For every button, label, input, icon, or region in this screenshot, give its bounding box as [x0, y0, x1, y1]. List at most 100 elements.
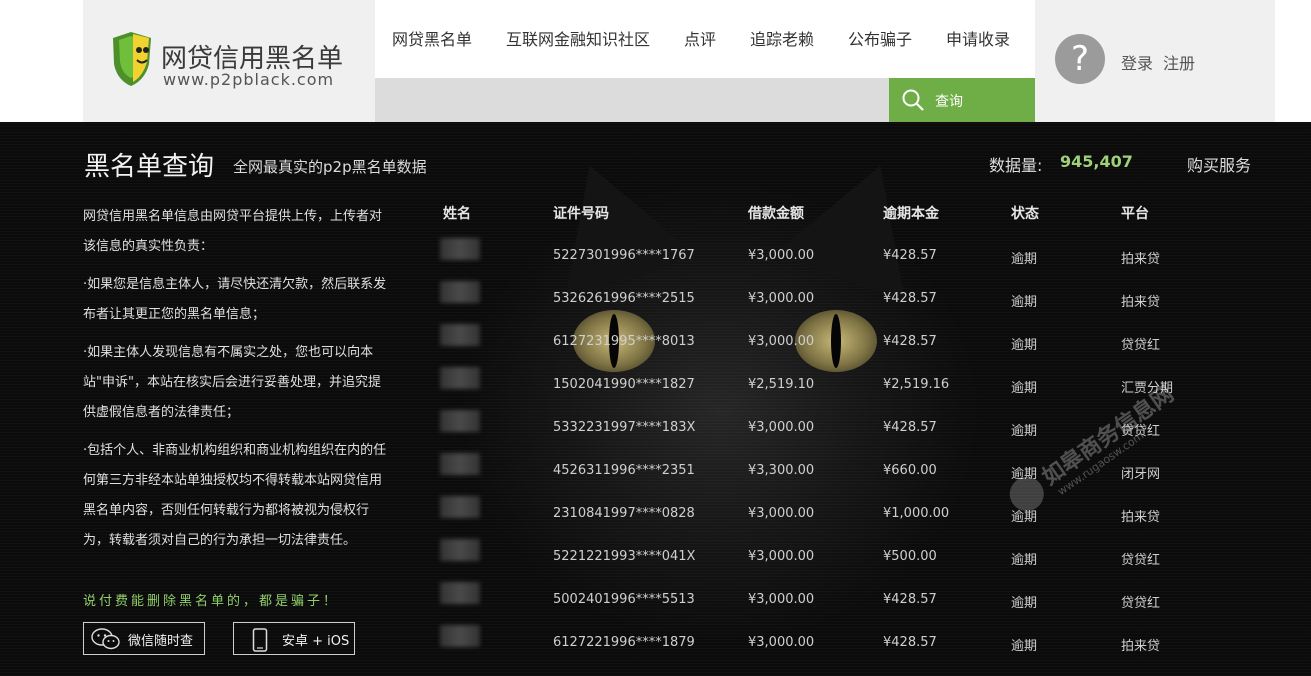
mobile-app-button[interactable]: 安卓 + iOS: [233, 622, 355, 655]
loan-amount: ¥3,000.00: [748, 635, 815, 650]
login-link[interactable]: 登录: [1121, 50, 1153, 74]
name-blurred: [440, 539, 480, 561]
overdue-principal: ¥428.57: [883, 248, 937, 263]
user-panel: ? 登录 注册: [1035, 0, 1275, 122]
blacklist-section: 黑名单查询 全网最真实的p2p黑名单数据 数据量: 945,407 购买服务 网…: [0, 122, 1311, 676]
column-header-name: 姓名: [443, 206, 471, 222]
table-row[interactable]: 6127221996****1879 ¥3,000.00 ¥428.57 逾期 …: [440, 625, 1240, 676]
overdue-principal: ¥500.00: [883, 549, 937, 564]
name-blurred: [440, 324, 480, 346]
loan-amount: ¥3,300.00: [748, 463, 815, 478]
name-blurred: [440, 367, 480, 389]
status: 逾期: [1011, 553, 1038, 568]
column-header-status: 状态: [1011, 206, 1039, 222]
id-number: 5332231997****183X: [553, 420, 696, 435]
table-row[interactable]: 6127231995****8013 ¥3,000.00 ¥428.57 逾期 …: [440, 324, 1240, 377]
name-blurred: [440, 410, 480, 432]
platform: 拍来贷: [1121, 639, 1161, 654]
notice-paragraph: 网贷信用黑名单信息由网贷平台提供上传，上传者对该信息的真实性负责：: [83, 209, 383, 254]
table-row[interactable]: 5227301996****1767 ¥3,000.00 ¥428.57 逾期 …: [440, 238, 1240, 291]
column-header-amount: 借款金额: [748, 206, 804, 222]
loan-amount: ¥2,519.10: [748, 377, 815, 392]
table-row[interactable]: 2310841997****0828 ¥3,000.00 ¥1,000.00 逾…: [440, 496, 1240, 549]
status: 逾期: [1011, 639, 1038, 654]
mobile-button-label: 安卓 + iOS: [282, 634, 350, 649]
name-blurred: [440, 238, 480, 260]
loan-amount: ¥3,000.00: [748, 334, 815, 349]
page-title: 黑名单查询: [84, 152, 215, 182]
platform: 贷贷红: [1121, 553, 1161, 568]
notice-text: 网贷信用黑名单信息由网贷平台提供上传，上传者对该信息的真实性负责： ·如果您是信…: [83, 202, 388, 564]
search-input[interactable]: [375, 78, 889, 122]
id-number: 6127221996****1879: [553, 635, 695, 650]
nav-item-reviews[interactable]: 点评: [684, 26, 716, 50]
nav-item-expose-scammers[interactable]: 公布骗子: [848, 26, 912, 50]
table-row[interactable]: 5326261996****2515 ¥3,000.00 ¥428.57 逾期 …: [440, 281, 1240, 334]
id-number: 4526311996****2351: [553, 463, 695, 478]
platform: 拍来贷: [1121, 295, 1161, 310]
nav-item-blacklist[interactable]: 网贷黑名单: [392, 26, 472, 50]
id-number: 5227301996****1767: [553, 248, 695, 263]
status: 逾期: [1011, 252, 1038, 267]
overdue-principal: ¥428.57: [883, 635, 937, 650]
overdue-principal: ¥660.00: [883, 463, 937, 478]
scam-warning: 说付费能删除黑名单的，都是骗子！: [83, 594, 340, 609]
avatar[interactable]: ?: [1055, 34, 1105, 84]
status: 逾期: [1011, 424, 1038, 439]
id-number: 6127231995****8013: [553, 334, 695, 349]
page-subtitle: 全网最真实的p2p黑名单数据: [233, 158, 427, 176]
data-count-label: 数据量:: [989, 156, 1043, 175]
status: 逾期: [1011, 381, 1038, 396]
table-row[interactable]: 5221221993****041X ¥3,000.00 ¥500.00 逾期 …: [440, 539, 1240, 592]
nav-item-track-debtors[interactable]: 追踪老赖: [750, 26, 814, 50]
overdue-principal: ¥428.57: [883, 291, 937, 306]
notice-paragraph: ·如果主体人发现信息有不属实之处，您也可以向本站"申诉"，本站在核实后会进行妥善…: [83, 345, 381, 420]
id-number: 5002401996****5513: [553, 592, 695, 607]
loan-amount: ¥3,000.00: [748, 549, 815, 564]
buy-service-link[interactable]: 购买服务: [1187, 152, 1251, 176]
status: 逾期: [1011, 596, 1038, 611]
overdue-principal: ¥428.57: [883, 334, 937, 349]
id-number: 1502041990****1827: [553, 377, 695, 392]
logo[interactable]: 网贷信用黑名单 www.p2pblack.com: [83, 0, 375, 122]
column-header-overdue: 逾期本金: [883, 206, 939, 222]
table-row[interactable]: 5002401996****5513 ¥3,000.00 ¥428.57 逾期 …: [440, 582, 1240, 635]
logo-mascot-icon: [113, 32, 151, 86]
status: 逾期: [1011, 295, 1038, 310]
name-blurred: [440, 496, 480, 518]
search-button-label: 查询: [935, 94, 963, 110]
logo-url: www.p2pblack.com: [163, 70, 335, 89]
overdue-principal: ¥1,000.00: [883, 506, 950, 521]
platform: 拍来贷: [1121, 510, 1161, 525]
site-header: 网贷信用黑名单 www.p2pblack.com 网贷黑名单 互联网金融知识社区…: [0, 0, 1311, 122]
name-blurred: [440, 281, 480, 303]
loan-amount: ¥3,000.00: [748, 248, 815, 263]
data-count-value: 945,407: [1060, 152, 1133, 171]
name-blurred: [440, 582, 480, 604]
notice-paragraph: ·如果您是信息主体人，请尽快还清欠款，然后联系发布者让其更正您的黑名单信息；: [83, 277, 387, 322]
name-blurred: [440, 625, 480, 647]
id-number: 5326261996****2515: [553, 291, 695, 306]
nav-item-apply-inclusion[interactable]: 申请收录: [946, 26, 1010, 50]
register-link[interactable]: 注册: [1163, 50, 1195, 74]
wechat-icon: [91, 628, 120, 650]
column-header-platform: 平台: [1121, 206, 1149, 222]
loan-amount: ¥3,000.00: [748, 291, 815, 306]
nav-item-community[interactable]: 互联网金融知识社区: [506, 26, 650, 50]
platform: 拍来贷: [1121, 252, 1161, 267]
status: 逾期: [1011, 338, 1038, 353]
search-icon: [902, 89, 924, 111]
phone-icon: [252, 628, 268, 652]
loan-amount: ¥3,000.00: [748, 506, 815, 521]
id-number: 5221221993****041X: [553, 549, 696, 564]
loan-amount: ¥3,000.00: [748, 420, 815, 435]
platform: 贷贷红: [1121, 338, 1161, 353]
platform: 贷贷红: [1121, 596, 1161, 611]
column-header-id: 证件号码: [553, 206, 609, 222]
wechat-button-label: 微信随时查: [128, 634, 194, 649]
name-blurred: [440, 453, 480, 475]
notice-paragraph: ·包括个人、非商业机构组织和商业机构组织在内的任何第三方非经本站单独授权均不得转…: [83, 443, 387, 548]
overdue-principal: ¥428.57: [883, 420, 937, 435]
search-button[interactable]: 查询: [889, 78, 1035, 122]
wechat-query-button[interactable]: 微信随时查: [83, 622, 205, 655]
